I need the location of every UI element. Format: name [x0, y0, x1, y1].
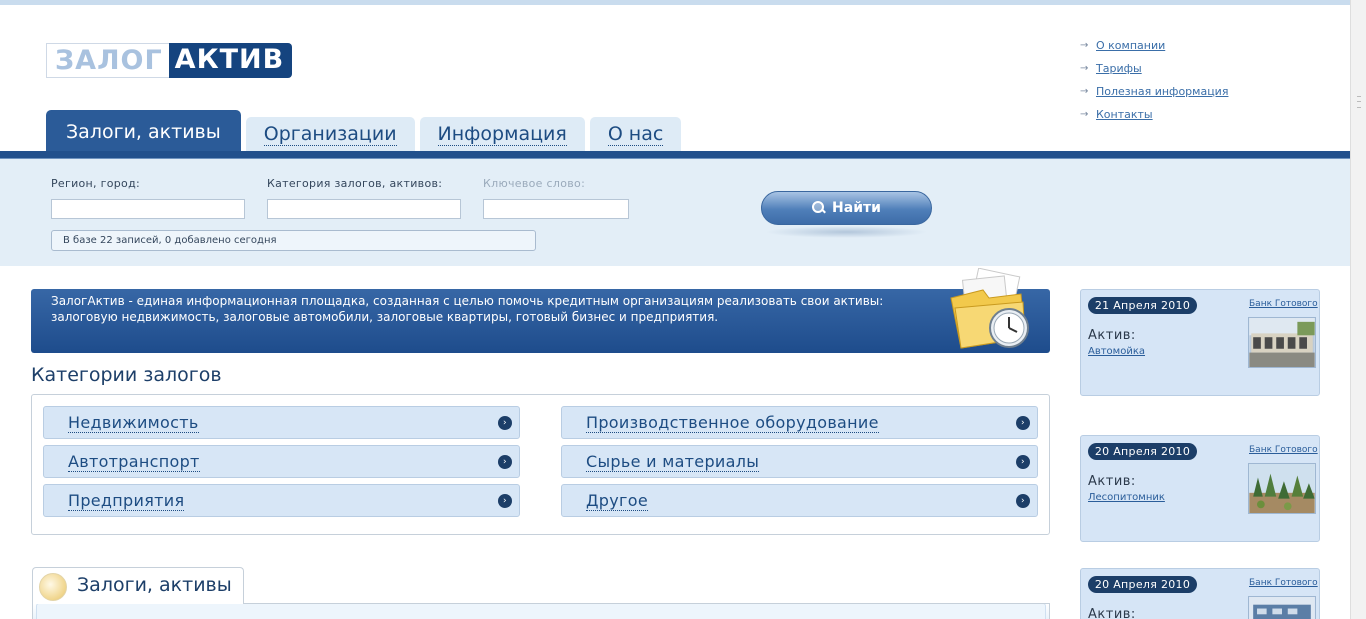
- tab-bar: [0, 151, 1350, 159]
- logo-part-2: АКТИВ: [168, 43, 293, 78]
- category-label: Производственное оборудование: [586, 413, 879, 433]
- asset-label: Актив:: [1088, 328, 1136, 343]
- top-border: [0, 0, 1350, 5]
- top-link-item: → Контакты: [1080, 103, 1228, 126]
- tab-label: О нас: [607, 123, 664, 146]
- top-link-item: → О компании: [1080, 34, 1228, 57]
- scrollbar-grip-icon[interactable]: [1357, 96, 1361, 108]
- banner-text: ЗалогАктив - единая информационная площа…: [51, 294, 884, 324]
- site-logo[interactable]: ЗАЛОГ АКТИВ: [46, 43, 293, 78]
- arrow-icon: →: [1080, 40, 1089, 51]
- top-link-item: → Тарифы: [1080, 57, 1228, 80]
- top-link-item: → Полезная информация: [1080, 80, 1228, 103]
- top-link-tariffs[interactable]: Тарифы: [1096, 62, 1142, 75]
- category-label: Сырье и материалы: [586, 452, 760, 472]
- top-link-contacts[interactable]: Контакты: [1096, 108, 1153, 121]
- search-icon: [812, 201, 826, 215]
- arrow-icon: →: [1080, 109, 1089, 120]
- category-label: Автотранспорт: [68, 452, 200, 472]
- news-card: 20 Апреля 2010 Банк Готового Актив: Лесо…: [1080, 435, 1320, 542]
- arrow-right-icon: ›: [1016, 455, 1030, 469]
- news-card: 20 Апреля 2010 Банк Готового Актив:: [1080, 568, 1320, 619]
- category-real-estate[interactable]: Недвижимость ›: [43, 406, 520, 439]
- main-tabs: Залоги, активы Организации Информация О …: [46, 110, 686, 151]
- asset-photo[interactable]: [1248, 596, 1316, 619]
- search-button[interactable]: Найти: [761, 191, 932, 225]
- tab-label: Информация: [437, 123, 567, 146]
- bank-link[interactable]: Банк Готового: [1249, 445, 1318, 455]
- top-links: → О компании → Тарифы → Полезная информация…: [1080, 34, 1228, 126]
- tab-pledges-assets[interactable]: Залоги, активы: [46, 110, 241, 151]
- bank-link[interactable]: Банк Готового: [1249, 299, 1318, 309]
- button-shadow: [765, 226, 928, 238]
- news-date: 21 Апреля 2010: [1088, 297, 1197, 314]
- arrow-right-icon: ›: [498, 455, 512, 469]
- tab-label: Залоги, активы: [66, 121, 221, 143]
- document-icon: [39, 573, 67, 601]
- section-divider: [243, 603, 1050, 604]
- arrow-right-icon: ›: [498, 416, 512, 430]
- folder-clock-icon: [950, 268, 1029, 349]
- news-date: 20 Апреля 2010: [1088, 576, 1197, 593]
- intro-banner: ЗалогАктив - единая информационная площа…: [31, 289, 1050, 353]
- top-link-useful-info[interactable]: Полезная информация: [1096, 85, 1228, 98]
- arrow-icon: →: [1080, 63, 1089, 74]
- tab-about[interactable]: О нас: [589, 117, 682, 151]
- categories-title: Категории залогов: [31, 364, 222, 386]
- arrow-right-icon: ›: [1016, 416, 1030, 430]
- category-enterprises[interactable]: Предприятия ›: [43, 484, 520, 517]
- section-tab-label: Залоги, активы: [77, 574, 232, 596]
- category-input[interactable]: [267, 199, 461, 219]
- keyword-input[interactable]: [483, 199, 629, 219]
- asset-link[interactable]: Автомойка: [1088, 346, 1145, 357]
- category-equipment[interactable]: Производственное оборудование ›: [561, 406, 1038, 439]
- tab-organizations[interactable]: Организации: [245, 117, 415, 151]
- arrow-right-icon: ›: [498, 494, 512, 508]
- asset-label: Актив:: [1088, 607, 1136, 619]
- tab-information[interactable]: Информация: [419, 117, 585, 151]
- page: ЗАЛОГ АКТИВ → О компании → Тарифы → Полезна…: [0, 0, 1366, 619]
- top-link-about[interactable]: О компании: [1096, 39, 1165, 52]
- search-button-label: Найти: [832, 200, 881, 216]
- records-count: В базе 22 записей, 0 добавлено сегодня: [51, 230, 536, 251]
- news-date: 20 Апреля 2010: [1088, 443, 1197, 460]
- vertical-scrollbar[interactable]: [1350, 0, 1366, 619]
- asset-link[interactable]: Лесопитомник: [1088, 492, 1165, 503]
- category-other[interactable]: Другое ›: [561, 484, 1038, 517]
- category-vehicles[interactable]: Автотранспорт ›: [43, 445, 520, 478]
- arrow-right-icon: ›: [1016, 494, 1030, 508]
- category-materials[interactable]: Сырье и материалы ›: [561, 445, 1038, 478]
- category-label: Категория залогов, активов:: [267, 177, 443, 190]
- logo-part-1: ЗАЛОГ: [46, 43, 169, 78]
- category-label: Предприятия: [68, 491, 185, 511]
- bank-link[interactable]: Банк Готового: [1249, 578, 1318, 588]
- keyword-label: Ключевое слово:: [483, 177, 586, 190]
- arrow-icon: →: [1080, 86, 1089, 97]
- asset-label: Актив:: [1088, 474, 1136, 489]
- region-input[interactable]: [51, 199, 245, 219]
- category-label: Другое: [586, 491, 648, 511]
- section-tab[interactable]: Залоги, активы: [32, 567, 244, 604]
- section-inner: [36, 603, 1046, 619]
- region-label: Регион, город:: [51, 177, 140, 190]
- search-panel: Регион, город: Категория залогов, активо…: [0, 159, 1350, 266]
- tab-label: Организации: [263, 123, 397, 146]
- category-label: Недвижимость: [68, 413, 199, 433]
- asset-photo[interactable]: [1248, 463, 1316, 514]
- asset-photo[interactable]: [1248, 317, 1316, 368]
- news-card: 21 Апреля 2010 Банк Готового Актив: Авто…: [1080, 289, 1320, 396]
